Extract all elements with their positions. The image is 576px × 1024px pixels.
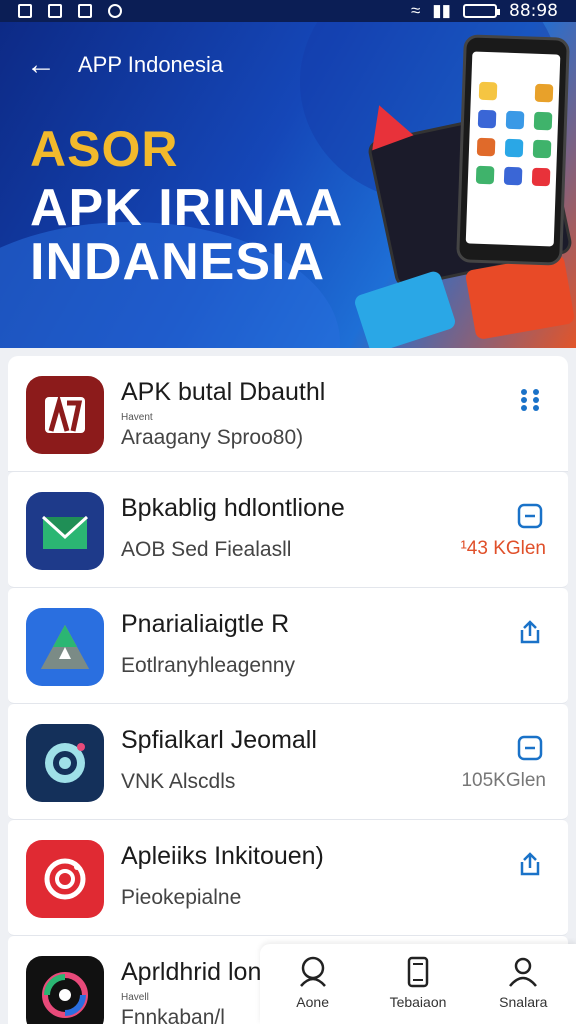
list-item[interactable]: APK butal Dbauthl Havent Araagany Sproo8… bbox=[8, 356, 568, 472]
app-icon bbox=[26, 376, 104, 454]
battery-icon bbox=[463, 4, 500, 18]
nav-label: Aone bbox=[296, 994, 329, 1010]
page-title: APP Indonesia bbox=[78, 52, 224, 77]
app-name: Aprldhrid lon bbox=[121, 958, 262, 986]
wifi-icon: ≈ bbox=[410, 1, 421, 20]
nav-label: Tebaiaon bbox=[389, 994, 447, 1010]
list-item[interactable]: Spfialkarl Jeomall VNK Alscdls 105KGlen bbox=[8, 704, 568, 820]
hero-headline-1: ASOR bbox=[30, 121, 179, 177]
nav-tebaiaon[interactable]: Tebaiaon bbox=[373, 954, 463, 1010]
app-name: Apleiiks Inkitouen) bbox=[121, 842, 324, 870]
app-name: Spfialkarl Jeomall bbox=[121, 726, 317, 754]
share-icon[interactable] bbox=[516, 618, 544, 646]
nav-label: Snalara bbox=[499, 994, 548, 1010]
hero-banner: ← APP Indonesia ASOR APK IRINAA INDANESI… bbox=[0, 22, 576, 348]
app-name: Bpkablig hdlontlione bbox=[121, 494, 345, 522]
app-description: Eotlranyhleagenny bbox=[121, 654, 295, 677]
profile-icon bbox=[509, 957, 538, 987]
app-screen: ≈ ▮▮ 88:98 ← APP Indonesia ASOR APK IRIN… bbox=[0, 0, 576, 1024]
back-arrow-icon[interactable]: ← bbox=[26, 50, 56, 80]
square-icon[interactable] bbox=[516, 502, 544, 530]
app-size: 105KGlen bbox=[461, 770, 546, 791]
home-icon bbox=[299, 956, 326, 987]
app-list: APK butal Dbauthl Havent Araagany Sproo8… bbox=[8, 356, 568, 1024]
mail-icon bbox=[48, 4, 62, 18]
app-description: VNK Alscdls bbox=[121, 770, 236, 793]
square-icon[interactable] bbox=[516, 734, 544, 762]
nav-home[interactable]: Aone bbox=[268, 954, 358, 1010]
app-subtitle: Havell bbox=[121, 992, 149, 1003]
app-icon bbox=[26, 608, 104, 686]
notification-icon bbox=[18, 4, 32, 18]
phone-illustration bbox=[456, 34, 570, 266]
app-description: Pieokepialne bbox=[121, 886, 242, 909]
list-item[interactable]: Bpkablig hdlontlione AOB Sed Fiealasll ¹… bbox=[8, 472, 568, 588]
app-icon bbox=[26, 724, 104, 802]
more-dots-icon[interactable] bbox=[516, 386, 544, 414]
app-icon bbox=[26, 956, 104, 1024]
status-bar: ≈ ▮▮ 88:98 bbox=[0, 0, 576, 22]
app-description: Fnnkaban/l bbox=[121, 1006, 225, 1024]
hero-headline-3: INDANESIA bbox=[30, 233, 326, 291]
app-icon bbox=[26, 840, 104, 918]
app-name: Pnarialiaigtle R bbox=[121, 610, 290, 638]
signal-icon: ▮▮ bbox=[432, 1, 451, 20]
phone-icon bbox=[407, 956, 429, 988]
card-illustration bbox=[352, 269, 458, 348]
app-description: AOB Sed Fiealasll bbox=[121, 538, 292, 561]
app-icon bbox=[26, 492, 104, 570]
list-item[interactable]: Pnarialiaigtle R Eotlranyhleagenny bbox=[8, 588, 568, 704]
shield-icon bbox=[78, 4, 92, 18]
status-time: 88:98 bbox=[509, 1, 558, 21]
bottom-navigation: Aone Tebaiaon Snalara bbox=[260, 944, 576, 1024]
app-description: Araagany Sproo80) bbox=[121, 426, 304, 449]
hero-headline-2: APK IRINAA bbox=[30, 179, 344, 237]
share-icon[interactable] bbox=[516, 850, 544, 878]
app-size: ¹43 KGlen bbox=[460, 538, 546, 559]
nav-profile[interactable]: Snalara bbox=[478, 954, 568, 1010]
list-item[interactable]: Apleiiks Inkitouen) Pieokepialne bbox=[8, 820, 568, 936]
app-name: APK butal Dbauthl bbox=[121, 378, 326, 406]
app-subtitle: Havent bbox=[121, 412, 153, 423]
settings-icon bbox=[108, 4, 122, 18]
